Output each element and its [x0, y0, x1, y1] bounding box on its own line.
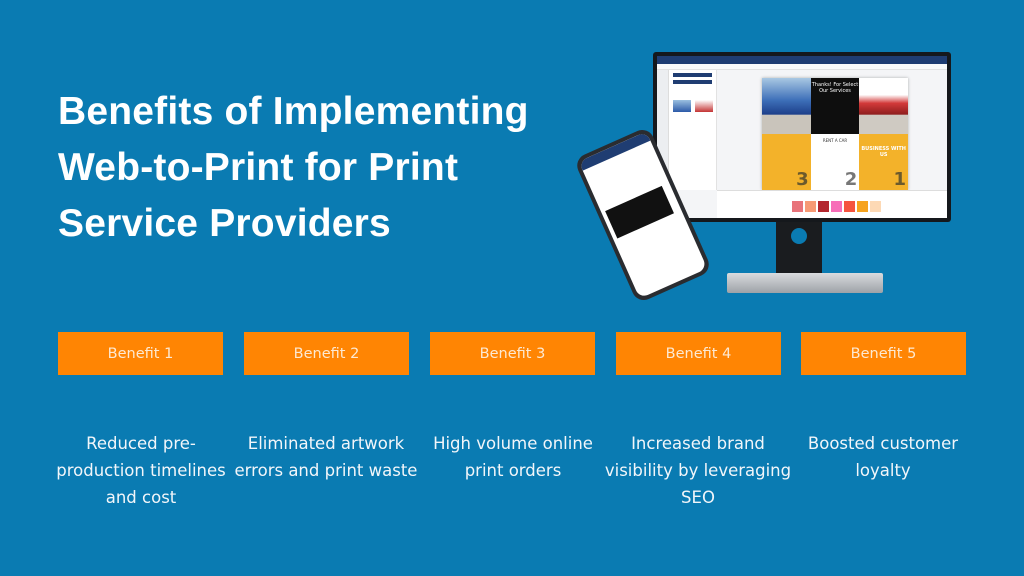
editor-panel: [669, 70, 717, 190]
flyer-canvas: Thanks! For Select Our Services 3 RENT A…: [762, 78, 908, 190]
benefit-4-label: Benefit 4: [616, 332, 781, 375]
panel-number: 3: [796, 169, 809, 190]
color-swatch: [792, 201, 803, 212]
panel-number: 1: [893, 169, 906, 190]
page-title: Benefits of Implementing Web-to-Print fo…: [58, 90, 529, 245]
benefit-4-description: Increased brand visibility by leveraging…: [604, 434, 792, 507]
color-swatch: [831, 201, 842, 212]
web-to-print-editor-screen: Thanks! For Select Our Services 3 RENT A…: [657, 56, 947, 218]
thumbnail-red-car: [695, 100, 713, 112]
phone-business-card: [605, 185, 674, 239]
color-swatch: [870, 201, 881, 212]
color-swatch: [818, 201, 829, 212]
flyer-red-car-image: [859, 78, 908, 134]
benefit-2-label: Benefit 2: [244, 332, 409, 375]
flyer-brand: RENT A CAR: [822, 138, 848, 143]
flyer-heading: Thanks! For Select Our Services: [810, 78, 860, 134]
flyer-panel-2: RENT A CAR 2: [810, 134, 860, 190]
flyer-tagline: BUSINESS WITH US: [861, 146, 906, 158]
benefit-1-label: Benefit 1: [58, 332, 223, 375]
monitor-illustration: Thanks! For Select Our Services 3 RENT A…: [653, 52, 951, 222]
flyer-panel-3: 3: [762, 134, 811, 190]
monitor-stand-base: [727, 273, 883, 293]
benefit-3-description: High volume online print orders: [433, 434, 593, 480]
color-swatches: [792, 201, 881, 212]
thumbnail-blue-car: [673, 100, 691, 112]
benefit-1-description: Reduced pre-production timelines and cos…: [56, 434, 226, 507]
benefit-5-label: Benefit 5: [801, 332, 966, 375]
panel-button: [673, 80, 712, 84]
benefit-3-label: Benefit 3: [430, 332, 595, 375]
color-palette-bar: [717, 190, 947, 218]
flyer-panel-1: BUSINESS WITH US 1: [859, 134, 908, 190]
color-swatch: [805, 201, 816, 212]
flyer-blue-car-image: [762, 78, 811, 134]
editor-top-bar: [657, 56, 947, 64]
panel-number: 2: [844, 169, 858, 190]
monitor-stand-hole: [791, 228, 807, 244]
panel-button: [673, 73, 712, 77]
benefit-5-description: Boosted customer loyalty: [807, 434, 959, 480]
benefit-2-description: Eliminated artwork errors and print wast…: [234, 434, 418, 480]
color-swatch: [857, 201, 868, 212]
color-swatch: [844, 201, 855, 212]
